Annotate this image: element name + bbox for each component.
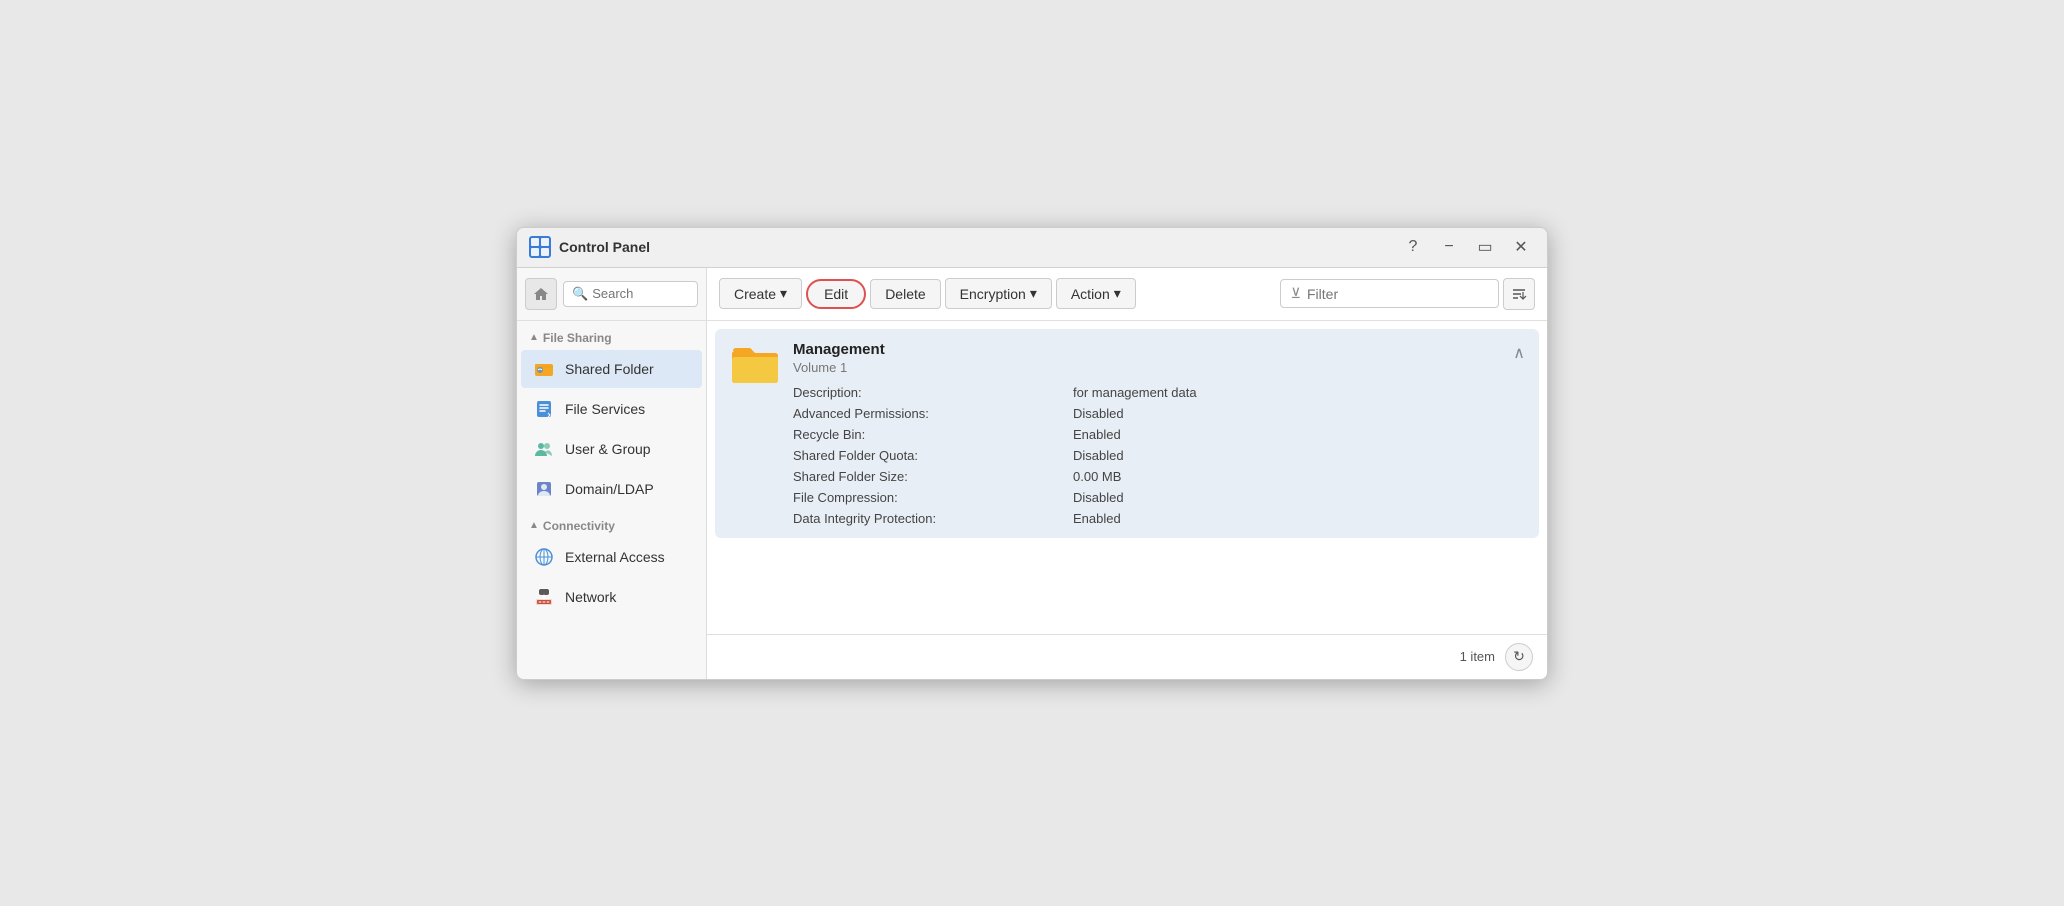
file-services-icon [533,398,555,420]
prop-label: Shared Folder Size: [793,469,1073,484]
filter-input[interactable] [1307,286,1488,302]
close-button[interactable]: ✕ [1507,233,1535,261]
prop-label: Shared Folder Quota: [793,448,1073,463]
prop-label: Advanced Permissions: [793,406,1073,421]
sidebar-item-external-access[interactable]: External Access [521,538,702,576]
sidebar-top: 🔍 [517,268,706,321]
encryption-button[interactable]: Encryption ▾ [945,278,1052,309]
item-count: 1 item [1460,649,1495,664]
prop-value: 0.00 MB [1073,469,1523,484]
prop-label: Description: [793,385,1073,400]
control-panel-window: Control Panel ? − ▭ ✕ 🔍 [516,227,1548,680]
app-icon [529,236,551,258]
prop-label: Recycle Bin: [793,427,1073,442]
filter-icon: ⊻ [1291,285,1301,302]
search-box: 🔍 [563,281,698,307]
sidebar-item-file-services[interactable]: File Services [521,390,702,428]
folder-name: Management [793,341,1523,358]
toolbar: Create ▾ Edit Delete Encryption ▾ Action… [707,268,1547,321]
prop-value: Disabled [1073,490,1523,505]
folder-expand-chevron[interactable]: ∧ [1513,343,1525,363]
action-button[interactable]: Action ▾ [1056,278,1136,309]
title-bar: Control Panel ? − ▭ ✕ [517,228,1547,268]
filter-box: ⊻ [1280,279,1499,308]
sidebar-label-domain-ldap: Domain/LDAP [565,481,654,497]
main-panel: Create ▾ Edit Delete Encryption ▾ Action… [707,268,1547,679]
file-sharing-label: File Sharing [543,331,612,345]
action-dropdown-arrow: ▾ [1114,285,1121,302]
create-dropdown-arrow: ▾ [780,285,787,302]
search-icon: 🔍 [572,286,588,302]
sort-button[interactable] [1503,278,1535,310]
folder-item-management[interactable]: Management Volume 1 Description:for mana… [715,329,1539,538]
prop-value: for management data [1073,385,1523,400]
delete-button[interactable]: Delete [870,279,940,309]
delete-label: Delete [885,286,925,302]
sidebar-label-network: Network [565,589,616,605]
sidebar-item-shared-folder[interactable]: Shared Folder [521,350,702,388]
sidebar: 🔍 ▲ File Sharing [517,268,707,679]
prop-value: Enabled [1073,511,1523,526]
create-button[interactable]: Create ▾ [719,278,802,309]
external-access-icon [533,546,555,568]
domain-ldap-icon [533,478,555,500]
status-bar: 1 item ↻ [707,634,1547,679]
content-list: Management Volume 1 Description:for mana… [707,321,1547,634]
sidebar-label-file-services: File Services [565,401,645,417]
sidebar-label-external-access: External Access [565,549,665,565]
help-button[interactable]: ? [1399,233,1427,261]
connectivity-section-header[interactable]: ▲ Connectivity [517,509,706,537]
prop-value: Disabled [1073,448,1523,463]
shared-folder-icon [533,358,555,380]
sidebar-item-user-group[interactable]: User & Group [521,430,702,468]
encryption-label: Encryption [960,286,1026,302]
encryption-dropdown-arrow: ▾ [1030,285,1037,302]
folder-props: Description:for management dataAdvanced … [793,385,1523,526]
folder-volume: Volume 1 [793,360,1523,375]
window-title: Control Panel [559,239,1399,255]
sidebar-item-network[interactable]: Network [521,578,702,616]
sidebar-label-shared-folder: Shared Folder [565,361,654,377]
sidebar-label-user-group: User & Group [565,441,651,457]
edit-label: Edit [824,286,848,302]
prop-value: Disabled [1073,406,1523,421]
prop-label: Data Integrity Protection: [793,511,1073,526]
network-icon [533,586,555,608]
search-input[interactable] [592,286,689,301]
connectivity-label: Connectivity [543,519,615,533]
window-controls: ? − ▭ ✕ [1399,233,1535,261]
prop-label: File Compression: [793,490,1073,505]
content-area: 🔍 ▲ File Sharing [517,268,1547,679]
create-label: Create [734,286,776,302]
user-group-icon [533,438,555,460]
maximize-button[interactable]: ▭ [1471,233,1499,261]
connectivity-chevron: ▲ [529,520,539,531]
sidebar-item-domain-ldap[interactable]: Domain/LDAP [521,470,702,508]
minimize-button[interactable]: − [1435,233,1463,261]
edit-button[interactable]: Edit [806,279,866,309]
home-button[interactable] [525,278,557,310]
refresh-button[interactable]: ↻ [1505,643,1533,671]
action-label: Action [1071,286,1110,302]
file-sharing-chevron: ▲ [529,332,539,343]
prop-value: Enabled [1073,427,1523,442]
file-sharing-section-header[interactable]: ▲ File Sharing [517,321,706,349]
folder-details: Management Volume 1 Description:for mana… [793,341,1523,526]
folder-icon [731,343,779,394]
